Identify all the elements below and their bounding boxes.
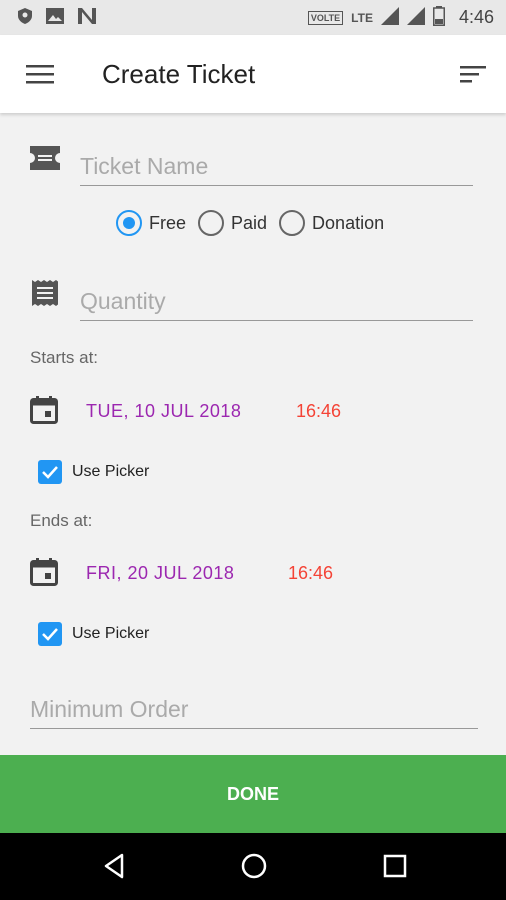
sort-icon[interactable]: [460, 63, 486, 85]
status-time: 4:46: [458, 7, 494, 27]
radio-free[interactable]: Free: [116, 210, 186, 236]
page-title: Create Ticket: [102, 59, 256, 89]
image-icon: [46, 8, 64, 29]
start-use-picker-checkbox[interactable]: Use Picker: [38, 460, 149, 484]
radio-label: Free: [149, 212, 187, 233]
radio-label: Paid: [231, 212, 268, 233]
ticket-icon: [30, 146, 60, 175]
radio-paid[interactable]: Paid: [198, 210, 267, 236]
start-date[interactable]: TUE, 10 JUL 2018: [86, 401, 241, 422]
shield-icon: [18, 8, 32, 29]
radio-circle: [198, 210, 225, 236]
app-bar: Create Ticket: [0, 35, 506, 113]
checkbox-box: [38, 460, 62, 484]
signal-icon: [380, 7, 399, 28]
calendar-icon[interactable]: [30, 396, 60, 426]
done-button[interactable]: DONE: [0, 755, 506, 833]
volte-badge: VOLTE: [307, 10, 344, 25]
start-time[interactable]: 16:46: [296, 401, 341, 422]
navigation-bar: [0, 833, 506, 900]
radio-circle: [116, 210, 142, 236]
ticket-type-radio-group: Free Paid Donation: [116, 210, 386, 236]
hamburger-menu-icon[interactable]: [26, 63, 54, 85]
back-icon[interactable]: [100, 851, 130, 881]
end-date[interactable]: FRI, 20 JUL 2018: [86, 563, 234, 584]
starts-at-label: Starts at:: [30, 348, 99, 367]
battery-icon: [432, 6, 445, 29]
receipt-icon: [32, 280, 58, 311]
radio-donation[interactable]: Donation: [279, 210, 384, 236]
signal-icon: [406, 7, 425, 28]
end-time[interactable]: 16:46: [288, 563, 333, 584]
radio-label: Donation: [312, 212, 385, 233]
checkbox-label: Use Picker: [72, 625, 150, 642]
ticket-name-input[interactable]: [80, 148, 473, 186]
ends-at-label: Ends at:: [30, 511, 93, 530]
network-type: LTE: [351, 10, 373, 25]
n-icon: [78, 8, 96, 29]
recents-icon[interactable]: [380, 851, 410, 881]
quantity-input[interactable]: [80, 283, 473, 321]
checkbox-box: [38, 622, 62, 646]
status-bar: VOLTE LTE 4:46: [0, 0, 506, 35]
calendar-icon[interactable]: [30, 558, 60, 588]
checkbox-label: Use Picker: [72, 463, 150, 480]
home-icon[interactable]: [239, 851, 269, 881]
radio-circle: [279, 210, 306, 236]
minimum-order-input[interactable]: [30, 691, 478, 729]
end-use-picker-checkbox[interactable]: Use Picker: [38, 622, 149, 646]
